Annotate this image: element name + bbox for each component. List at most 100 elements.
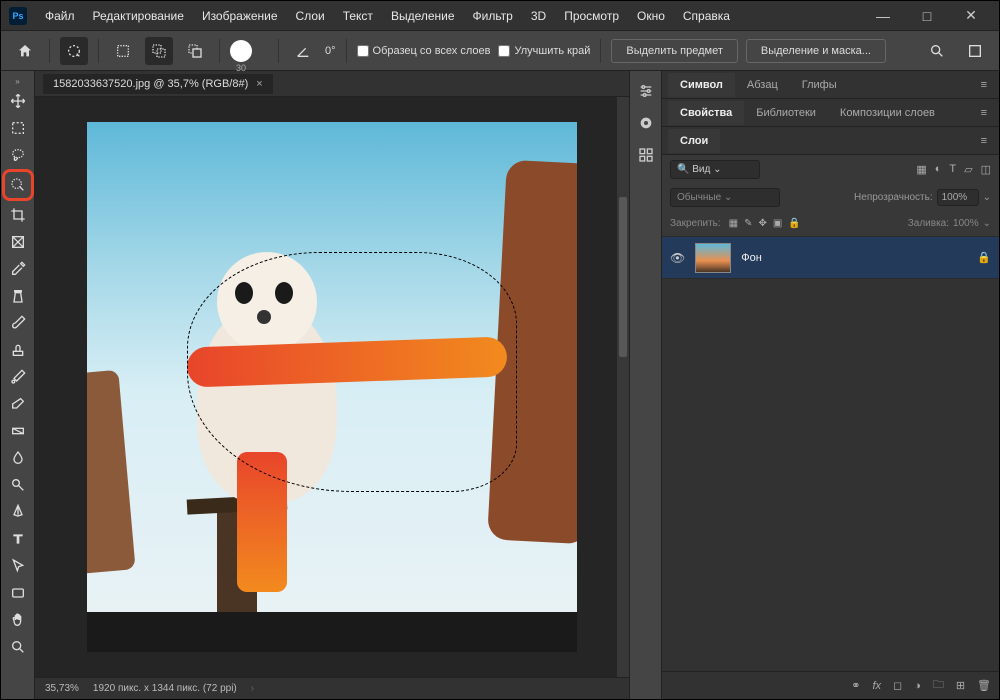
zoom-level[interactable]: 35,73%: [45, 683, 79, 694]
menu-3d[interactable]: 3D: [523, 5, 554, 27]
tab-paragraph[interactable]: Абзац: [735, 73, 790, 97]
adjustments-icon[interactable]: [634, 79, 658, 103]
filter-shape-icon[interactable]: ▱: [964, 163, 972, 176]
maximize-button[interactable]: □: [907, 2, 947, 30]
search-icon[interactable]: [923, 37, 951, 65]
tab-glyphs[interactable]: Глифы: [790, 73, 849, 97]
group-layers-icon[interactable]: 🗀: [933, 676, 944, 695]
quick-select-icon[interactable]: [60, 37, 88, 65]
angle-value[interactable]: 0°: [325, 45, 336, 57]
move-tool[interactable]: [5, 88, 31, 114]
gradient-tool[interactable]: [5, 418, 31, 444]
app-logo: Ps: [9, 7, 27, 25]
layer-name[interactable]: Фон: [741, 252, 967, 264]
selection-add-icon[interactable]: [145, 37, 173, 65]
tab-character[interactable]: Символ: [668, 73, 735, 97]
healing-brush-tool[interactable]: [5, 283, 31, 309]
fill-value[interactable]: 100%: [953, 218, 979, 229]
menu-window[interactable]: Окно: [629, 5, 673, 27]
canvas-viewport[interactable]: [35, 97, 629, 677]
eyedropper-tool[interactable]: [5, 256, 31, 282]
close-button[interactable]: ✕: [951, 2, 991, 30]
visibility-toggle-icon[interactable]: 👁: [670, 251, 685, 265]
layer-mask-icon[interactable]: ◻: [893, 679, 902, 692]
menu-select[interactable]: Выделение: [383, 5, 463, 27]
brush-tool[interactable]: [5, 310, 31, 336]
tab-libraries[interactable]: Библиотеки: [744, 101, 828, 125]
tab-close-icon[interactable]: ×: [256, 78, 262, 90]
opacity-value[interactable]: 100%: [937, 189, 979, 206]
tab-layers[interactable]: Слои: [668, 129, 720, 153]
marquee-tool[interactable]: [5, 115, 31, 141]
layer-thumbnail[interactable]: [695, 243, 731, 273]
new-layer-icon[interactable]: ⊞: [956, 679, 965, 692]
menu-edit[interactable]: Редактирование: [85, 5, 192, 27]
sample-all-layers-check[interactable]: Образец со всех слоев: [357, 45, 491, 57]
brush-preview[interactable]: 30: [230, 40, 252, 62]
panel-menu-icon[interactable]: ≡: [975, 79, 993, 91]
type-tool[interactable]: [5, 526, 31, 552]
frame-tool[interactable]: [5, 229, 31, 255]
selection-subtract-icon[interactable]: [181, 37, 209, 65]
status-more-icon[interactable]: ›: [251, 683, 254, 694]
layer-row[interactable]: 👁 Фон 🔒: [662, 237, 999, 279]
path-selection-tool[interactable]: [5, 553, 31, 579]
select-subject-button[interactable]: Выделить предмет: [611, 39, 738, 63]
link-layers-icon[interactable]: ⚭: [851, 679, 860, 692]
menu-image[interactable]: Изображение: [194, 5, 286, 27]
blur-tool[interactable]: [5, 445, 31, 471]
selection-new-icon[interactable]: [109, 37, 137, 65]
hand-tool[interactable]: [5, 607, 31, 633]
tab-layer-comps[interactable]: Композиции слоев: [828, 101, 947, 125]
lock-all-icon[interactable]: 🔒: [788, 218, 800, 229]
document-tab[interactable]: 1582033637520.jpg @ 35,7% (RGB/8#) ×: [43, 74, 273, 94]
angle-icon[interactable]: [289, 37, 317, 65]
minimize-button[interactable]: —: [863, 2, 903, 30]
panel-menu-icon[interactable]: ≡: [975, 135, 993, 147]
lock-icon[interactable]: 🔒: [977, 251, 991, 264]
tab-properties[interactable]: Свойства: [668, 101, 744, 125]
layer-style-icon[interactable]: fx: [872, 680, 881, 692]
crop-tool[interactable]: [5, 202, 31, 228]
lasso-tool[interactable]: [5, 142, 31, 168]
menu-filter[interactable]: Фильтр: [465, 5, 521, 27]
menu-layers[interactable]: Слои: [288, 5, 333, 27]
pen-tool[interactable]: [5, 499, 31, 525]
swatches-icon[interactable]: [634, 143, 658, 167]
options-bar: 30 0° Образец со всех слоев Улучшить кра…: [1, 31, 999, 71]
lock-artboard-icon[interactable]: ▣: [773, 218, 782, 229]
menu-file[interactable]: Файл: [37, 5, 83, 27]
adjustment-layer-icon[interactable]: ◑: [914, 680, 921, 692]
lock-position-icon[interactable]: ✥: [759, 218, 767, 229]
home-icon[interactable]: [11, 37, 39, 65]
filter-adjustment-icon[interactable]: ◐: [935, 163, 942, 176]
select-and-mask-button[interactable]: Выделение и маска...: [746, 39, 886, 63]
dodge-tool[interactable]: [5, 472, 31, 498]
color-icon[interactable]: [634, 111, 658, 135]
right-panels: Символ Абзац Глифы ≡ Свойства Библиотеки…: [629, 71, 999, 699]
menu-text[interactable]: Текст: [335, 5, 381, 27]
menu-help[interactable]: Справка: [675, 5, 738, 27]
zoom-tool[interactable]: [5, 634, 31, 660]
toolbar-expand-icon[interactable]: »: [1, 75, 34, 87]
lock-pixels-icon[interactable]: ▦: [729, 218, 738, 229]
panel-menu-icon[interactable]: ≡: [975, 107, 993, 119]
history-brush-tool[interactable]: [5, 364, 31, 390]
clone-stamp-tool[interactable]: [5, 337, 31, 363]
rectangle-tool[interactable]: [5, 580, 31, 606]
filter-pixel-icon[interactable]: ▦: [916, 163, 926, 176]
filter-smart-icon[interactable]: ◫: [981, 163, 991, 176]
quick-selection-tool[interactable]: [2, 169, 34, 201]
enhance-edge-check[interactable]: Улучшить край: [498, 45, 590, 57]
eraser-tool[interactable]: [5, 391, 31, 417]
vertical-scrollbar[interactable]: [617, 97, 629, 677]
workspace-switcher-icon[interactable]: [961, 37, 989, 65]
delete-layer-icon[interactable]: 🗑: [977, 679, 991, 692]
menu-view[interactable]: Просмотр: [556, 5, 627, 27]
blend-mode-select[interactable]: Обычные ⌄: [670, 188, 780, 207]
layer-filter-type[interactable]: 🔍 Вид ⌄: [670, 160, 760, 179]
filter-type-icon[interactable]: T: [949, 163, 956, 176]
canvas[interactable]: [87, 122, 577, 612]
lock-brush-icon[interactable]: ✎: [744, 218, 752, 229]
workspace: » 1582033637520.: [1, 71, 999, 699]
